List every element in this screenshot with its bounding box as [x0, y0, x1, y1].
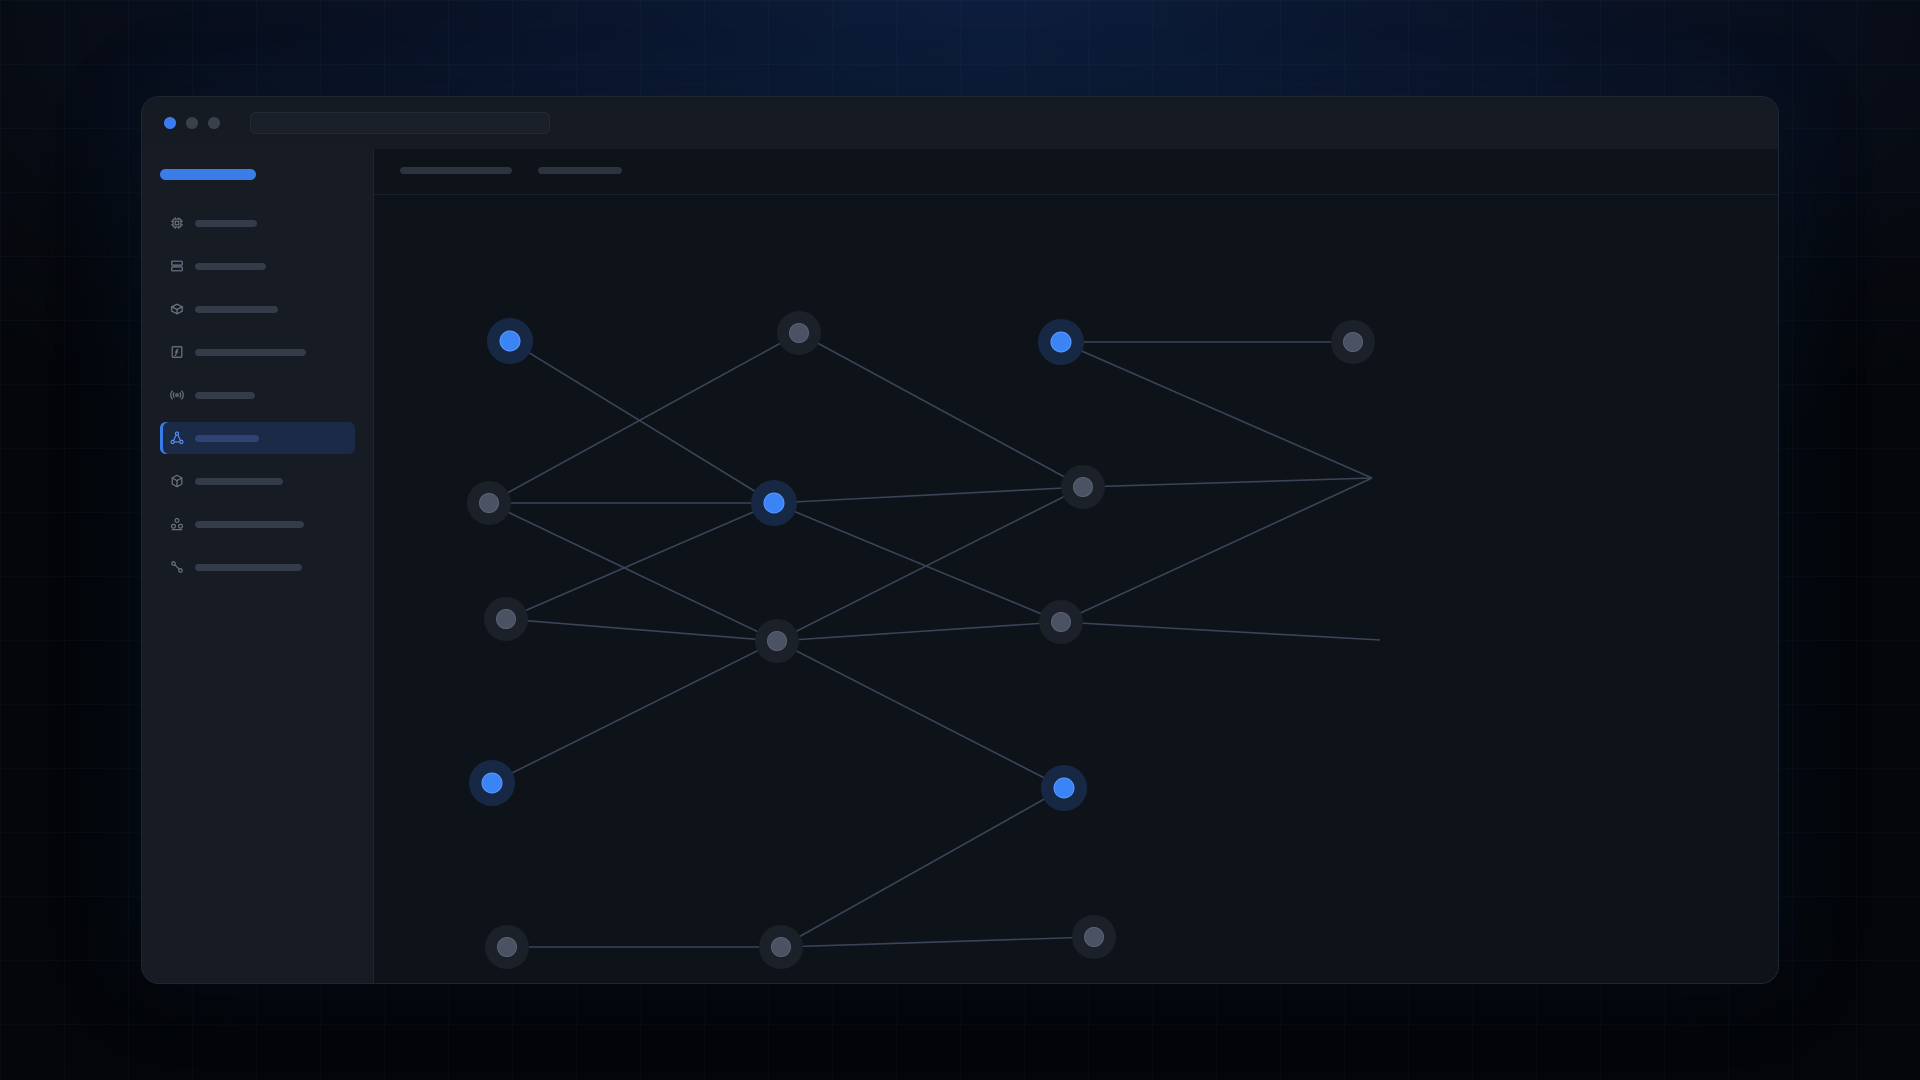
node-core	[767, 631, 787, 651]
sidebar-item-servers[interactable]	[160, 250, 355, 282]
sidebar-item-routes[interactable]	[160, 551, 355, 583]
sidebar	[142, 149, 374, 983]
function-icon	[168, 343, 186, 361]
broadcast-icon	[168, 386, 186, 404]
node-core	[481, 772, 503, 794]
sidebar-nav	[160, 207, 355, 594]
node-core	[1084, 927, 1104, 947]
node-core	[1050, 331, 1072, 353]
graph-node[interactable]	[485, 925, 529, 969]
sidebar-item-label	[195, 520, 304, 528]
graph-edge	[1060, 341, 1373, 479]
graph-node[interactable]	[777, 311, 821, 355]
graph-edge	[488, 502, 778, 642]
node-core	[789, 323, 809, 343]
server-icon	[168, 257, 186, 275]
node-core	[1073, 477, 1093, 497]
app-logo[interactable]	[160, 169, 256, 180]
main-panel	[374, 149, 1778, 983]
network-graph	[467, 311, 1381, 969]
sidebar-item-functions[interactable]	[160, 336, 355, 368]
graph-edge	[488, 332, 800, 504]
graph-node[interactable]	[1061, 465, 1105, 509]
window-minimize-button[interactable]	[186, 117, 198, 129]
cube-icon	[168, 472, 186, 490]
graph-node[interactable]	[1072, 915, 1116, 959]
title-bar	[142, 97, 1778, 150]
sidebar-item-label	[195, 434, 259, 442]
sidebar-item-label	[195, 563, 302, 571]
graph-node[interactable]	[467, 481, 511, 525]
graph-edge	[773, 486, 1084, 504]
graph-node-active[interactable]	[1041, 765, 1087, 811]
sidebar-item-broadcast[interactable]	[160, 379, 355, 411]
node-core	[499, 330, 521, 352]
graph-edge	[491, 640, 778, 784]
node-core	[771, 937, 791, 957]
node-core	[479, 493, 499, 513]
graph-edges	[488, 332, 1381, 948]
graph-node[interactable]	[484, 597, 528, 641]
sidebar-item-cpu[interactable]	[160, 207, 355, 239]
node-core	[497, 937, 517, 957]
tab-overview[interactable]	[400, 167, 512, 174]
graph-node-active[interactable]	[751, 480, 797, 526]
graph-edge	[798, 332, 1084, 488]
graph-edge	[505, 502, 775, 620]
graph-edge	[1082, 477, 1373, 488]
graph-nodes	[467, 311, 1375, 969]
graph-node-active[interactable]	[1038, 319, 1084, 365]
node-core	[1053, 777, 1075, 799]
sidebar-item-packages[interactable]	[160, 293, 355, 325]
sidebar-item-label	[195, 477, 283, 485]
sidebar-item-label	[195, 391, 255, 399]
graph-node[interactable]	[1331, 320, 1375, 364]
graph-node[interactable]	[755, 619, 799, 663]
cluster-icon	[168, 515, 186, 533]
sidebar-item-label	[195, 305, 278, 313]
node-core	[1343, 332, 1363, 352]
address-bar[interactable]	[250, 112, 550, 134]
sidebar-item-clusters[interactable]	[160, 508, 355, 540]
graph-edge	[776, 486, 1084, 642]
graph-node-active[interactable]	[487, 318, 533, 364]
graph-node[interactable]	[1039, 600, 1083, 644]
graph-edge	[1060, 477, 1373, 623]
graph-node-active[interactable]	[469, 760, 515, 806]
sidebar-item-containers[interactable]	[160, 465, 355, 497]
graph-node[interactable]	[759, 925, 803, 969]
network-icon	[168, 429, 186, 447]
window-close-button[interactable]	[164, 117, 176, 129]
cpu-icon	[168, 214, 186, 232]
main-header	[374, 149, 1778, 195]
graph-edge	[773, 502, 1062, 623]
app-window	[141, 96, 1779, 984]
graph-edge	[509, 340, 775, 504]
node-core	[496, 609, 516, 629]
sidebar-item-label	[195, 262, 266, 270]
graph-edge	[776, 640, 1065, 789]
node-core	[763, 492, 785, 514]
route-icon	[168, 558, 186, 576]
graph-edge	[780, 936, 1095, 948]
sidebar-item-label	[195, 348, 306, 356]
tab-details[interactable]	[538, 167, 622, 174]
sidebar-item-label	[195, 219, 257, 227]
window-maximize-button[interactable]	[208, 117, 220, 129]
sidebar-item-network[interactable]	[160, 422, 355, 454]
graph-edge	[776, 621, 1062, 642]
package-icon	[168, 300, 186, 318]
graph-edge	[780, 787, 1065, 948]
node-core	[1051, 612, 1071, 632]
graph-edge	[1060, 621, 1381, 641]
